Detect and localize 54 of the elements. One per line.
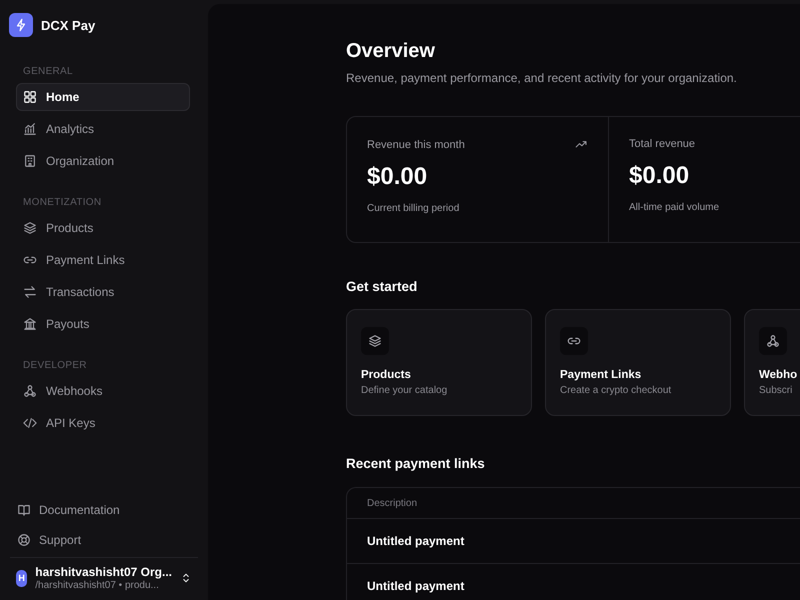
card-description: Define your catalog <box>361 385 448 396</box>
section-heading: Recent payment links <box>346 456 486 471</box>
bank-icon <box>23 317 37 331</box>
card-description: Subscri <box>759 385 794 396</box>
sidebar-link[interactable]: Documentation <box>0 497 208 523</box>
shortcut-card[interactable]: Products Define your catalog <box>346 309 532 416</box>
sidebar-item[interactable]: Payouts <box>16 310 190 338</box>
sidebar-item[interactable]: Products <box>16 214 190 242</box>
account-switcher[interactable]: H harshitvashisht07 Org... /harshitvashisht07 • produ... <box>10 557 198 600</box>
stat-label: Total revenue <box>629 138 696 150</box>
sidebar-item[interactable]: API Keys <box>16 409 190 437</box>
book-icon <box>17 503 31 517</box>
section-label: DEVELOPER <box>22 360 88 371</box>
stat-caption: All-time paid volume <box>629 202 720 213</box>
building-icon <box>23 154 37 168</box>
table-cell: Untitled payment <box>367 579 464 593</box>
brand-name: DCX Pay <box>41 18 96 32</box>
layers-icon <box>368 334 382 348</box>
section-heading: Get started <box>346 279 418 294</box>
card-title: Payment Links <box>560 369 642 381</box>
sidebar-item[interactable]: Organization <box>16 147 190 175</box>
section-label: MONETIZATION <box>22 197 102 208</box>
bolt-icon <box>14 18 28 32</box>
sidebar-item[interactable]: Transactions <box>16 278 190 306</box>
page-subtitle: Revenue, payment performance, and recent activity for your organization. <box>346 71 738 85</box>
card-title: Webho <box>759 369 798 381</box>
card-description: Create a crypto checkout <box>560 385 672 396</box>
stat-caption: Current billing period <box>367 203 460 214</box>
shortcut-card[interactable]: Payment Links Create a crypto checkout <box>545 309 731 416</box>
table-cell: Untitled payment <box>367 534 464 548</box>
stat-label: Revenue this month <box>367 138 465 150</box>
page-title: Overview <box>346 40 436 63</box>
card-title: Products <box>361 369 412 381</box>
grid-icon <box>23 90 37 104</box>
account-name: harshitvashisht07 Org... <box>35 565 172 579</box>
stat-value: $0.00 <box>367 163 428 191</box>
code-icon <box>23 416 37 430</box>
webhook-icon <box>23 384 37 398</box>
sidebar-item[interactable]: Home <box>16 83 190 111</box>
avatar: H <box>16 570 28 586</box>
webhook-icon <box>766 334 780 348</box>
sidebar-item[interactable]: Webhooks <box>16 377 190 405</box>
shortcut-card[interactable]: Webho Subscri <box>744 309 800 416</box>
arrows-icon <box>23 285 37 299</box>
account-path: /harshitvashisht07 • produ... <box>35 580 160 591</box>
section-label: GENERAL <box>22 66 74 77</box>
stat-value: $0.00 <box>629 162 690 190</box>
lifebuoy-icon <box>17 533 31 547</box>
column-header: Description <box>367 498 418 508</box>
chart-icon <box>23 122 37 136</box>
sidebar-link[interactable]: Support <box>0 527 208 553</box>
sidebar-item[interactable]: Analytics <box>16 115 190 143</box>
layers-icon <box>23 221 37 235</box>
sidebar-item[interactable]: Payment Links <box>16 246 190 274</box>
